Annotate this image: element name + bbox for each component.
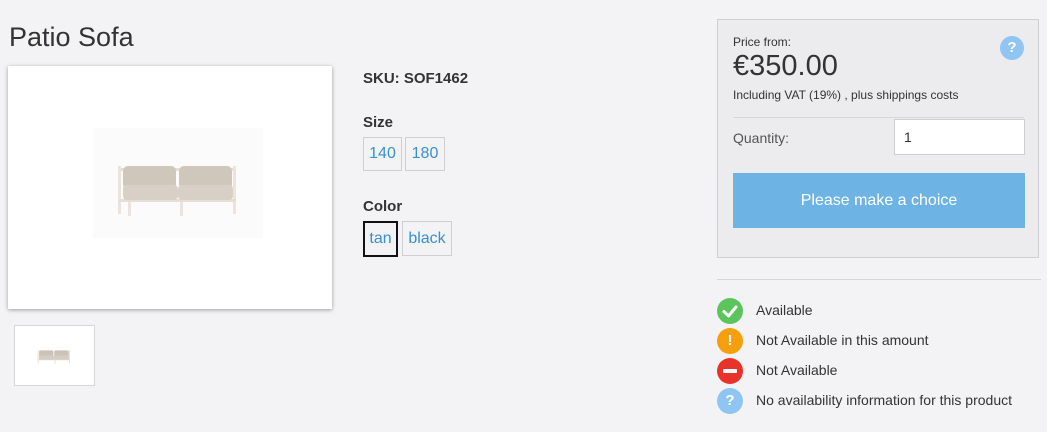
color-label: Color xyxy=(363,198,403,215)
sofa-image xyxy=(93,128,263,238)
product-thumbnail[interactable] xyxy=(14,325,95,386)
size-label: Size xyxy=(363,114,394,131)
make-choice-button[interactable]: Please make a choice xyxy=(733,173,1025,228)
color-option-tan[interactable]: tan xyxy=(363,221,398,257)
divider xyxy=(733,117,1024,118)
price-box: Price from: €350.00 Including VAT (19%) … xyxy=(717,19,1039,258)
vat-info: Including VAT (19%) , plus shippings cos… xyxy=(733,88,959,102)
quantity-input[interactable] xyxy=(894,119,1025,155)
price-value: €350.00 xyxy=(733,50,838,82)
size-option-180[interactable]: 180 xyxy=(405,137,445,171)
color-option-black[interactable]: black xyxy=(402,221,452,256)
exclamation-icon: ! xyxy=(717,328,743,354)
legend-label: Not Available xyxy=(756,362,838,378)
price-from-label: Price from: xyxy=(733,35,792,49)
page-title: Patio Sofa xyxy=(9,22,134,52)
check-icon xyxy=(717,298,743,324)
sofa-thumbnail-image xyxy=(37,350,70,364)
legend-label: Available xyxy=(756,302,813,318)
minus-icon xyxy=(717,358,743,384)
question-icon[interactable]: ? xyxy=(1000,36,1024,60)
quantity-label: Quantity: xyxy=(733,130,790,146)
legend-label: No availability information for this pro… xyxy=(756,392,1013,408)
divider xyxy=(717,279,1041,280)
size-option-140[interactable]: 140 xyxy=(363,137,402,171)
sku-label: SKU: SOF1462 xyxy=(363,70,469,87)
question-icon: ? xyxy=(717,388,743,414)
legend-label: Not Available in this amount xyxy=(756,332,929,348)
product-main-image[interactable] xyxy=(8,66,332,309)
